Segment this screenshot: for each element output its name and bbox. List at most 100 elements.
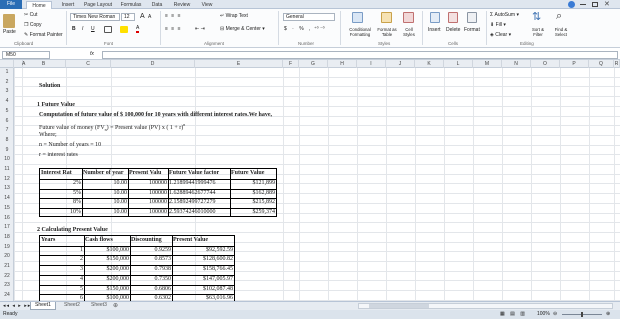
tab-page-layout[interactable]: Page Layout xyxy=(82,1,114,9)
pv-table-cell-r2-c1[interactable]: $150,000 xyxy=(85,255,130,265)
row-header-15[interactable]: 15 xyxy=(0,204,14,214)
merge-center-button[interactable]: ⊟ Merge & Center ▾ xyxy=(220,26,265,32)
pv-table-cell-r4-c2[interactable]: 0.7350 xyxy=(131,275,172,285)
bold-button[interactable]: B xyxy=(72,26,76,32)
shrink-font-icon[interactable]: A xyxy=(148,14,151,20)
pv-table-header-0[interactable]: Years xyxy=(41,236,83,246)
insert-cells-icon[interactable] xyxy=(430,12,440,23)
row-header-6[interactable]: 6 xyxy=(0,117,14,127)
fv-table-cell-r3-c4[interactable]: $215,892 xyxy=(231,198,276,208)
fv-table-cell-r4-c0[interactable]: 10% xyxy=(41,208,81,218)
borders-icon[interactable] xyxy=(104,26,112,33)
fv-table-cell-r2-c0[interactable]: 5% xyxy=(41,189,81,199)
pv-table-cell-r5-c2[interactable]: 0.6806 xyxy=(131,285,172,295)
row-header-12[interactable]: 12 xyxy=(0,175,14,185)
column-header-p[interactable]: P xyxy=(560,60,589,68)
row-header-1[interactable]: 1 xyxy=(0,68,14,78)
tab-data[interactable]: Data xyxy=(148,1,166,9)
sort-filter-button[interactable]: Sort & Filter xyxy=(528,27,548,37)
delete-cells-button[interactable]: Delete xyxy=(446,27,460,33)
pv-table-header-3[interactable]: Present Value xyxy=(173,236,233,246)
cut-button[interactable]: ✂ Cut xyxy=(24,12,37,18)
column-header-h[interactable]: H xyxy=(328,60,357,68)
underline-button[interactable]: U xyxy=(91,26,95,32)
help-icon[interactable] xyxy=(568,1,575,8)
tab-formulas[interactable]: Formulas xyxy=(117,1,145,9)
decimal-icons[interactable]: ⁺⁰ ⁻⁰ xyxy=(314,26,325,32)
fv-table-header-2[interactable]: Present Valu xyxy=(129,169,167,179)
fv-table-cell-r4-c1[interactable]: 10.00 xyxy=(83,208,128,218)
font-color-icon[interactable]: A xyxy=(136,25,140,33)
align-left-icons[interactable]: ≡ ≡ ≡ xyxy=(165,26,182,32)
row-header-16[interactable]: 16 xyxy=(0,214,14,224)
pv-table-cell-r6-c2[interactable]: 0.6302 xyxy=(131,294,172,301)
column-header-o[interactable]: O xyxy=(531,60,560,68)
delete-cells-icon[interactable] xyxy=(448,12,458,23)
fill-color-icon[interactable] xyxy=(120,26,128,33)
row-header-7[interactable]: 7 xyxy=(0,126,14,136)
fill-button[interactable]: ⬇ Fill ▾ xyxy=(490,22,506,28)
column-header-q[interactable]: Q xyxy=(589,60,614,68)
pv-table-cell-r6-c0[interactable]: 6 xyxy=(41,294,83,301)
formula-input[interactable] xyxy=(102,51,618,59)
tab-file[interactable]: File xyxy=(0,0,22,9)
column-header-c[interactable]: C xyxy=(66,60,111,68)
pv-table-cell-r5-c3[interactable]: $102,087.48 xyxy=(173,285,233,295)
tab-review[interactable]: Review xyxy=(170,1,194,9)
fv-table-cell-r1-c2[interactable]: 100000 xyxy=(129,179,167,189)
view-mode-icons[interactable]: ▦ ▤ ▥ xyxy=(500,311,527,317)
fv-table-cell-r2-c4[interactable]: $162,889 xyxy=(231,189,276,199)
column-header-b[interactable]: B xyxy=(22,60,66,68)
zoom-level[interactable]: 100% xyxy=(537,311,550,317)
row-header-14[interactable]: 14 xyxy=(0,194,14,204)
font-size-select[interactable]: 12 xyxy=(121,13,135,21)
row-header-24[interactable]: 24 xyxy=(0,291,14,301)
row-header-21[interactable]: 21 xyxy=(0,262,14,272)
format-painter-button[interactable]: ✎ Format Painter xyxy=(24,32,63,38)
fv-table-cell-r1-c4[interactable]: $121,899 xyxy=(231,179,276,189)
column-header-j[interactable]: J xyxy=(386,60,415,68)
fv-table-cell-r3-c3[interactable]: 2.15892499727279 xyxy=(169,198,229,208)
zoom-in-icon[interactable]: ⊕ xyxy=(606,311,610,317)
format-cells-button[interactable]: Format xyxy=(464,27,480,33)
column-header-g[interactable]: G xyxy=(299,60,328,68)
row-header-17[interactable]: 17 xyxy=(0,223,14,233)
format-as-table-button[interactable]: Format as Table xyxy=(376,27,398,37)
grow-font-icon[interactable]: A xyxy=(140,13,145,20)
fv-table-cell-r2-c2[interactable]: 100000 xyxy=(129,189,167,199)
horizontal-scroll-thumb[interactable] xyxy=(369,304,429,308)
pv-table-cell-r3-c0[interactable]: 3 xyxy=(41,265,83,275)
top-align-icons[interactable]: ≡ ≡ ≡ xyxy=(165,13,182,19)
row-header-22[interactable]: 22 xyxy=(0,272,14,282)
pv-table-cell-r2-c3[interactable]: $128,600.82 xyxy=(173,255,233,265)
insert-cells-button[interactable]: Insert xyxy=(428,27,441,33)
row-header-23[interactable]: 23 xyxy=(0,281,14,291)
fv-table-cell-r2-c3[interactable]: 1.62889462677744 xyxy=(169,189,229,199)
select-all-corner[interactable] xyxy=(0,60,14,68)
fv-table-header-1[interactable]: Number of year xyxy=(83,169,127,179)
row-header-18[interactable]: 18 xyxy=(0,233,14,243)
find-select-icon[interactable]: ⌕ xyxy=(556,10,562,23)
fv-table-cell-r4-c4[interactable]: $259,374 xyxy=(231,208,276,218)
autosum-button[interactable]: Σ AutoSum ▾ xyxy=(490,12,519,18)
fv-table-cell-r3-c2[interactable]: 100000 xyxy=(129,198,167,208)
pv-table-cell-r1-c1[interactable]: $100,000 xyxy=(85,246,130,256)
find-select-button[interactable]: Find & Select xyxy=(551,27,571,37)
pv-table-cell-r3-c2[interactable]: 0.7938 xyxy=(131,265,172,275)
sort-filter-icon[interactable]: ⇅ xyxy=(532,10,541,23)
pv-table-cell-r4-c1[interactable]: $200,000 xyxy=(85,275,130,285)
name-box[interactable]: M50 xyxy=(2,51,50,59)
column-header-r[interactable]: R xyxy=(614,60,620,68)
new-sheet-icon[interactable]: ⊕ xyxy=(113,302,118,309)
pv-table-header-1[interactable]: Cash flows xyxy=(85,236,129,246)
pv-table-cell-r3-c1[interactable]: $200,000 xyxy=(85,265,130,275)
pv-table-header-2[interactable]: Discounting xyxy=(131,236,171,246)
paste-button[interactable]: Paste xyxy=(3,29,16,35)
conditional-formatting-icon[interactable] xyxy=(352,12,363,23)
insert-function-icon[interactable]: fx xyxy=(90,51,94,57)
wrap-text-button[interactable]: ↵ Wrap Text xyxy=(220,13,248,19)
row-header-13[interactable]: 13 xyxy=(0,184,14,194)
pv-table-cell-r6-c1[interactable]: $100,000 xyxy=(85,294,130,301)
fv-table-cell-r3-c1[interactable]: 10.00 xyxy=(83,198,128,208)
sheet-tab-1[interactable]: Sheet1 xyxy=(30,302,56,310)
